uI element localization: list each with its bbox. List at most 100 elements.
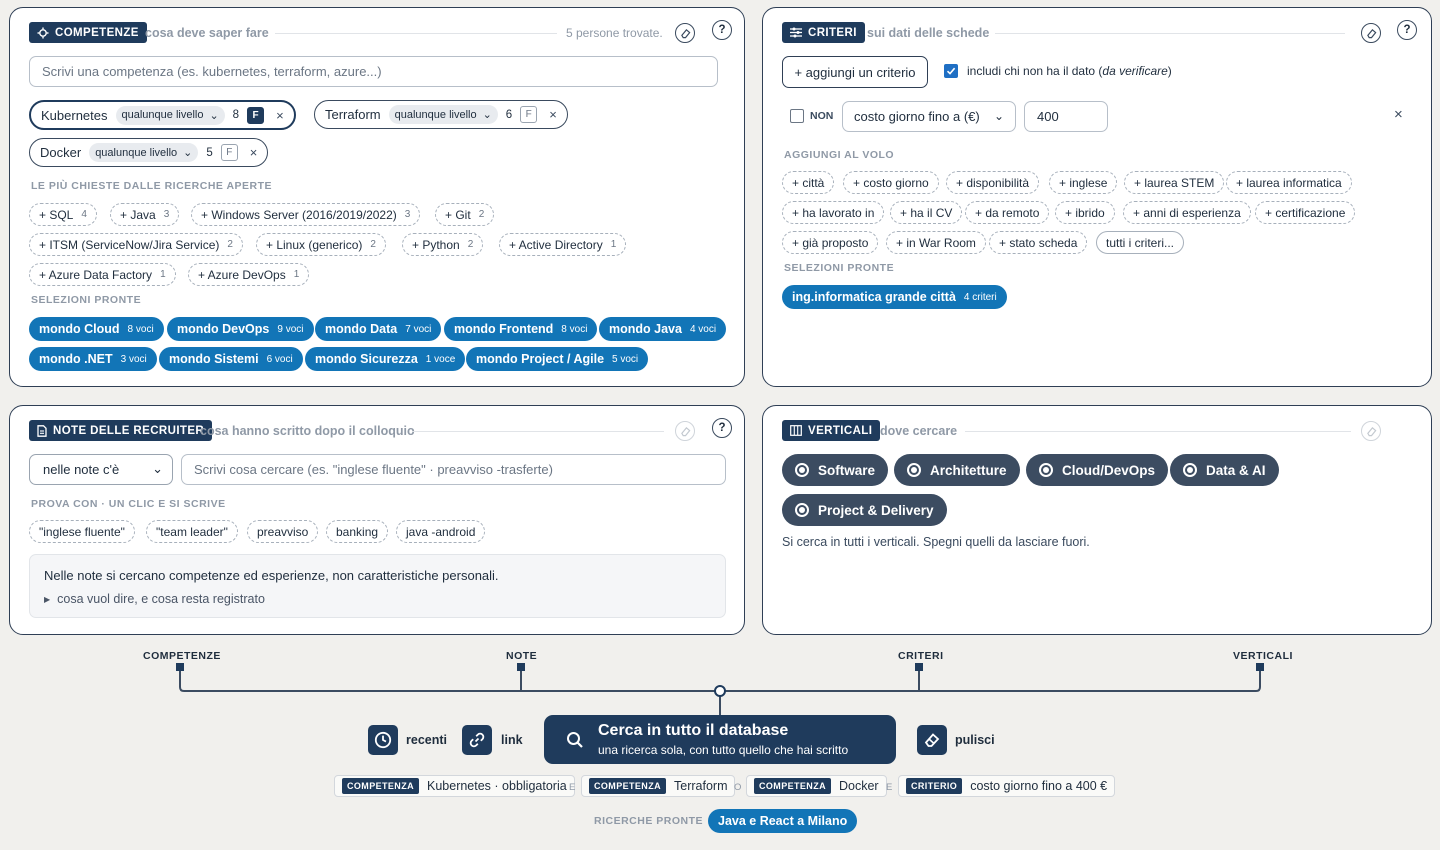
quick-criterion-chip[interactable]: + ibrido [1055,201,1115,224]
clear-button[interactable] [917,725,947,755]
preset-chip[interactable]: mondo Frontend 8 voci [444,317,598,341]
note-subtitle: cosa hanno scritto dopo il colloquio [200,424,415,438]
popular-skill-chip[interactable]: + ITSM (ServiceNow/Jira Service) 2 [29,233,243,256]
popular-skill-chip[interactable]: + Java 3 [110,203,180,226]
quick-criterion-chip[interactable]: + da remoto [965,201,1050,224]
quick-criterion-chip[interactable]: + stato scheda [989,231,1088,254]
popular-skill-chip[interactable]: + Windows Server (2016/2019/2022) 3 [191,203,421,226]
vertical-toggle-project-delivery[interactable]: Project & Delivery [782,494,947,526]
vertical-toggle-software[interactable]: Software [782,454,889,486]
quick-criterion-chip[interactable]: + ha lavorato in [782,201,885,224]
skill-chip-kubernetes[interactable]: Kubernetes qualunque livello ⌄ 8 F × [29,100,296,130]
close-icon[interactable]: × [549,107,557,122]
preset-chip[interactable]: mondo Data 7 voci [315,317,442,341]
preset-chip[interactable]: mondo Sistemi 6 voci [159,347,303,371]
criteria-preset-chip[interactable]: ing.informatica grande città 4 criteri [782,285,1007,309]
popular-skill-chip[interactable]: + Python 2 [402,233,484,256]
radio-on-icon [795,463,809,477]
note-info-box: Nelle note si cercano competenze ed espe… [29,554,726,618]
quick-criterion-chip[interactable]: + inglese [1049,171,1118,194]
quick-criterion-chip[interactable]: + disponibilità [946,171,1040,194]
close-icon[interactable]: × [1394,106,1403,123]
add-criterion-button[interactable]: + aggiungi un criterio [782,56,928,88]
recent-label[interactable]: recenti [406,733,447,747]
note-info-text: Nelle note si cercano competenze ed espe… [44,568,499,583]
recent-button[interactable] [368,725,398,755]
popular-skill-chip[interactable]: + SQL 4 [29,203,97,226]
all-criteria-chip[interactable]: tutti i criteri... [1096,231,1185,254]
vertical-toggle-data-ai[interactable]: Data & AI [1170,454,1279,486]
check-icon [946,67,956,75]
quick-criterion-chip[interactable]: + ha il CV [890,201,963,224]
quick-criterion-chip[interactable]: + già proposto [782,231,879,254]
preset-chip[interactable]: mondo DevOps 9 voci [167,317,314,341]
popular-skill-chip[interactable]: + Azure Data Factory 1 [29,263,176,286]
note-mode-select[interactable]: nelle note c'è ⌄ [29,454,173,485]
quick-criterion-chip[interactable]: + costo giorno [843,171,939,194]
flow-label-note: NOTE [506,650,538,662]
criterion-value-input[interactable]: 400 [1024,101,1108,132]
link-label[interactable]: link [501,733,523,747]
search-all-button[interactable]: Cerca in tutto il database una ricerca s… [544,715,896,764]
try-title: PROVA CON · UN CLIC E SI SCRIVE [31,498,226,510]
not-checkbox[interactable] [790,109,804,123]
verticali-note: Si cerca in tutti i verticali. Spegni qu… [782,535,1090,549]
quick-criterion-chip[interactable]: + in War Room [886,231,986,254]
quick-criterion-chip[interactable]: + città [782,171,835,194]
skill-count: 8 [232,109,240,121]
eraser-icon[interactable] [1361,23,1381,43]
note-info-toggle[interactable]: ▶ cosa vuol dire, e cosa resta registrat… [44,592,265,606]
vertical-toggle-architetture[interactable]: Architetture [894,454,1020,486]
try-chip[interactable]: "team leader" [146,520,238,543]
preset-chip[interactable]: mondo Java 4 voci [599,317,727,341]
quick-criterion-chip[interactable]: + anni di esperienza [1123,201,1251,224]
level-select[interactable]: qualunque livello ⌄ [388,105,498,124]
mandatory-toggle[interactable]: F [220,144,238,161]
note-search-input[interactable]: Scrivi cosa cercare (es. "inglese fluent… [181,454,726,485]
eraser-icon[interactable] [675,421,695,441]
quick-criterion-chip[interactable]: + certificazione [1255,201,1356,224]
preset-chip[interactable]: mondo .NET 3 voci [29,347,157,371]
vertical-toggle-cloud-devops[interactable]: Cloud/DevOps [1026,454,1169,486]
preset-chip[interactable]: mondo Cloud 8 voci [29,317,164,341]
level-select[interactable]: qualunque livello ⌄ [89,143,199,162]
mandatory-toggle[interactable]: F [247,106,265,124]
try-chip[interactable]: preavviso [247,520,319,543]
recent-search-chip[interactable]: Java e React a Milano [708,809,858,833]
popular-skill-chip[interactable]: + Azure DevOps 1 [188,263,310,286]
help-icon[interactable]: ? [712,20,732,40]
skill-chip-docker[interactable]: Docker qualunque livello ⌄ 5 F × [29,138,269,167]
help-icon[interactable]: ? [1397,20,1417,40]
close-icon[interactable]: × [276,108,284,123]
chevron-down-icon: ⌄ [482,109,492,121]
try-chip[interactable]: "inglese fluente" [29,520,135,543]
help-icon[interactable]: ? [712,418,732,438]
criteri-panel: CRITERI sui dati delle schede ? + aggiun… [762,7,1432,387]
eraser-icon[interactable] [675,23,695,43]
preset-chip[interactable]: mondo Project / Agile 5 voci [466,347,649,371]
popular-skill-chip[interactable]: + Git 2 [435,203,495,226]
eraser-icon[interactable] [1361,421,1381,441]
competenze-panel: COMPETENZE cosa deve saper fare 5 person… [9,7,745,387]
quick-criterion-chip[interactable]: + laurea informatica [1226,171,1352,194]
document-icon [37,424,47,437]
try-chip[interactable]: banking [326,520,389,543]
criterion-select[interactable]: costo giorno fino a (€) ⌄ [842,101,1016,132]
quick-criterion-chip[interactable]: + laurea STEM [1124,171,1225,194]
criteri-tag: CRITERI [782,22,865,43]
preset-chip[interactable]: mondo Sicurezza 1 voce [305,347,466,371]
include-missing-checkbox[interactable] [944,64,958,78]
close-icon[interactable]: × [250,145,258,160]
mandatory-toggle[interactable]: F [520,106,538,123]
link-button[interactable] [462,725,492,755]
verticali-divider [965,431,1351,432]
skill-search-input[interactable]: Scrivi una competenza (es. kubernetes, t… [29,56,718,87]
skill-chip-terraform[interactable]: Terraform qualunque livello ⌄ 6 F × [314,100,568,129]
popular-skill-chip[interactable]: + Linux (generico) 2 [256,233,386,256]
radio-on-icon [1039,463,1053,477]
level-select[interactable]: qualunque livello ⌄ [115,105,225,125]
popular-skill-chip[interactable]: + Active Directory 1 [499,233,627,256]
clear-label[interactable]: pulisci [955,733,995,747]
chevron-down-icon: ⌄ [183,147,193,159]
try-chip[interactable]: java -android [396,520,486,543]
